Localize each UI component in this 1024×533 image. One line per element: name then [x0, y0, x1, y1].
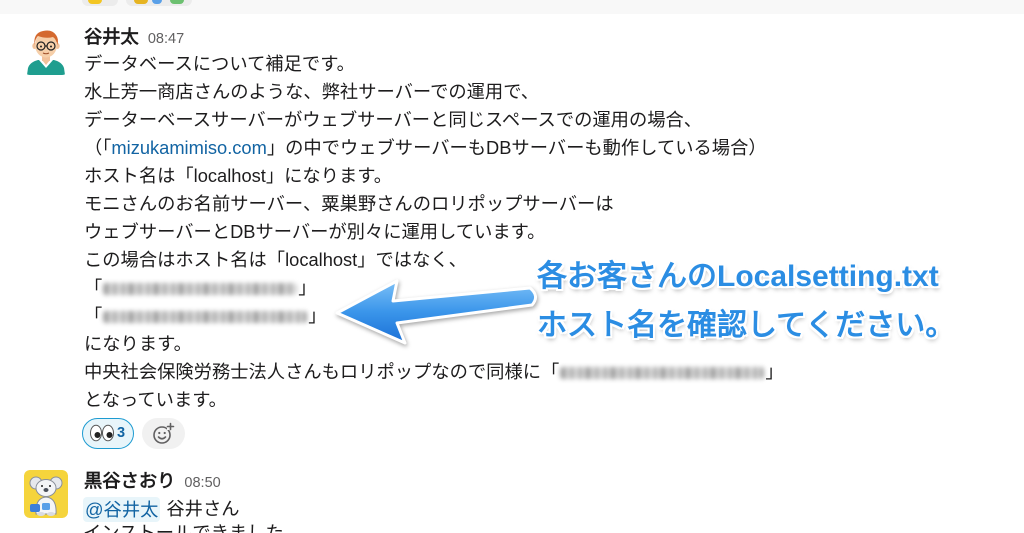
message-line: データベースについて補足です。	[84, 53, 355, 74]
redacted-hostname	[103, 283, 298, 295]
message-body: @谷井太 谷井さん インストールできました	[83, 494, 284, 533]
line-text: 」	[298, 277, 317, 298]
avatar[interactable]	[24, 470, 68, 518]
message-body: データベースについて補足です。 水上芳一商店さんのような、弊社サーバーでの運用で…	[84, 50, 784, 414]
message-line: モニさんのお名前サーバー、粟巣野さんのロリポップサーバーは	[84, 193, 614, 214]
message-line: （「mizukamimiso.com」の中でウェブサーバーもDBサーバーも動作し…	[84, 134, 784, 162]
message-line: ホスト名は「localhost」になります。	[84, 165, 392, 186]
reaction-eyes[interactable]: 3	[82, 418, 134, 449]
add-reaction-icon	[153, 422, 175, 444]
annotation-arrow	[335, 279, 537, 345]
line-text: 」	[765, 361, 784, 382]
koala-avatar-icon	[24, 470, 68, 518]
message-line: 中央社会保険労務士法人さんもロリポップなので同様に「 」	[84, 358, 784, 386]
author-name[interactable]: 黒谷さおり	[84, 470, 175, 491]
previous-reaction[interactable]	[82, 0, 118, 6]
line-text: 」	[308, 305, 327, 326]
message-line: @谷井太 谷井さん	[83, 494, 284, 522]
message-line: インストールできました	[83, 522, 284, 533]
domain-link[interactable]: mizukamimiso.com	[111, 137, 266, 158]
message-line: ウェブサーバーとDBサーバーが別々に運用しています。	[84, 221, 546, 242]
avatar[interactable]	[24, 27, 68, 75]
timestamp[interactable]: 08:47	[148, 31, 184, 47]
previous-reaction[interactable]	[126, 0, 192, 6]
emoji-fragment	[170, 0, 184, 4]
annotation-callout: 各お客さんのLocalsetting.txt ホスト名を確認してください。	[537, 252, 955, 350]
annotation-line: ホスト名を確認してください。	[537, 309, 956, 342]
message-header: 黒谷さおり 08:50	[84, 467, 221, 495]
line-text: 「	[84, 305, 103, 326]
add-reaction-button[interactable]	[142, 418, 185, 449]
line-text: （「	[84, 137, 112, 158]
author-name[interactable]: 谷井太	[84, 26, 139, 47]
user-avatar-icon	[27, 30, 65, 75]
annotation-line: 各お客さんのLocalsetting.txt	[537, 260, 939, 293]
line-text: 」の中でウェブサーバーもDBサーバーも動作している場合）	[266, 137, 767, 158]
line-text: 「	[84, 277, 103, 298]
redacted-hostname	[560, 367, 765, 379]
message-line: データーベースサーバーがウェブサーバーと同じスペースでの運用の場合、	[84, 109, 703, 130]
message-line: となっています。	[84, 389, 227, 410]
emoji-fragment	[152, 0, 162, 4]
previous-message-area	[0, 0, 1024, 14]
reaction-bar: 3	[82, 418, 185, 449]
redacted-hostname	[103, 311, 308, 323]
timestamp[interactable]: 08:50	[184, 475, 220, 491]
line-text: 中央社会保険労務士法人さんもロリポップなので同様に「	[84, 361, 560, 382]
message-header: 谷井太 08:47	[84, 23, 184, 51]
emoji-fragment	[88, 0, 102, 4]
user-mention[interactable]: @谷井太	[83, 496, 161, 522]
eyes-emoji-icon	[90, 424, 114, 442]
emoji-fragment	[134, 0, 148, 4]
message-line: 水上芳一商店さんのような、弊社サーバーでの運用で、	[84, 81, 540, 102]
line-text: 谷井さん	[166, 498, 240, 520]
reaction-count: 3	[117, 425, 126, 441]
